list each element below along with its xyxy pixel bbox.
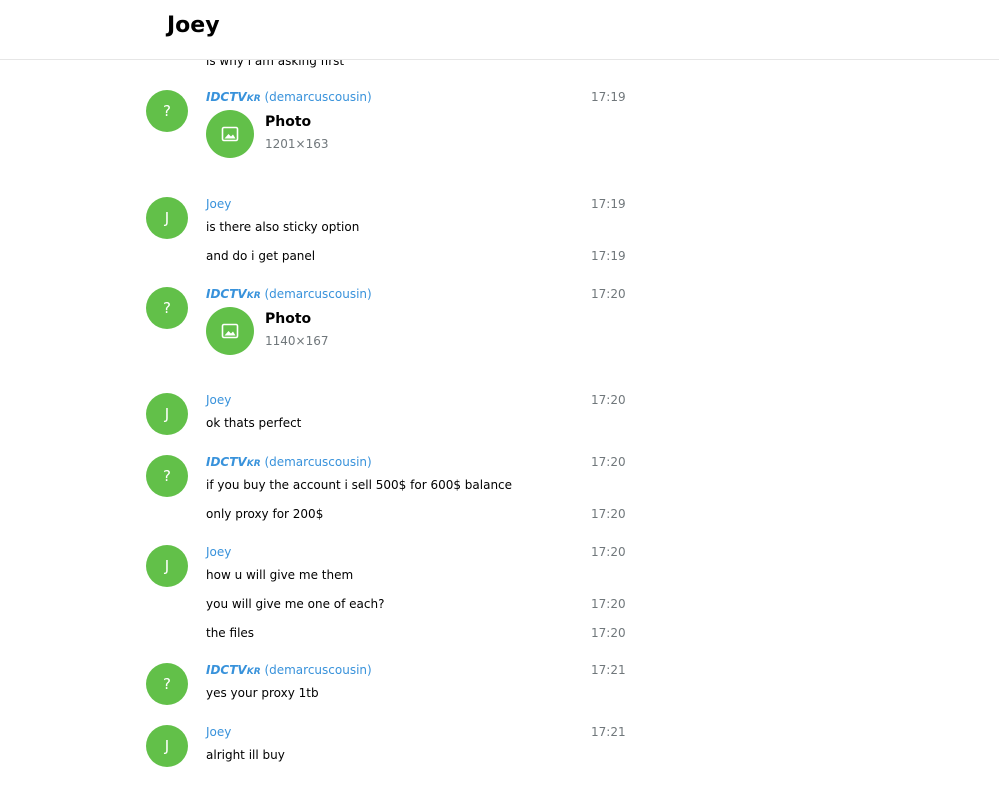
- sender-name[interactable]: Joey: [206, 725, 231, 739]
- image-icon: [206, 307, 254, 355]
- message-time: 17:20: [591, 455, 626, 469]
- message-time: 17:19: [591, 197, 626, 211]
- sender-name[interactable]: IDCTVKR (demarcuscousin): [206, 663, 372, 679]
- message-text: is why i am asking first: [206, 60, 345, 68]
- message-text: how u will give me them: [206, 568, 354, 582]
- sender-name[interactable]: IDCTVKR (demarcuscousin): [206, 287, 372, 303]
- sender-name[interactable]: Joey: [206, 197, 231, 211]
- sender-username: (demarcuscousin): [260, 663, 372, 677]
- avatar[interactable]: ?: [146, 455, 188, 497]
- message-time: 17:19: [591, 249, 626, 263]
- message-text: ok thats perfect: [206, 416, 302, 430]
- message-time: 17:20: [591, 287, 626, 301]
- message-text: yes your proxy 1tb: [206, 686, 319, 700]
- message-time: 17:20: [591, 626, 626, 640]
- message-text: and do i get panel: [206, 249, 316, 263]
- sender-name[interactable]: Joey: [206, 545, 231, 559]
- message-text: alright ill buy: [206, 748, 285, 762]
- photo-title: Photo: [265, 311, 312, 327]
- message-time: 17:20: [591, 545, 626, 559]
- message-history[interactable]: is why i am asking first ? IDCTVKR (dema…: [0, 60, 999, 785]
- sender-username: (demarcuscousin): [260, 90, 372, 104]
- sender-name-part: KR: [246, 291, 261, 301]
- message-time: 17:20: [591, 507, 626, 521]
- message-time: 17:21: [591, 725, 626, 739]
- sender-username: (demarcuscousin): [260, 455, 372, 469]
- avatar[interactable]: J: [146, 393, 188, 435]
- message-time: 17:21: [591, 663, 626, 677]
- message-time: 17:20: [591, 393, 626, 407]
- avatar[interactable]: J: [146, 725, 188, 767]
- message-time: 17:19: [591, 90, 626, 104]
- sender-name-part: KR: [246, 459, 261, 469]
- sender-name-part: IDCTV: [206, 90, 247, 104]
- message-text: is there also sticky option: [206, 220, 360, 234]
- photo-title: Photo: [265, 114, 312, 130]
- avatar[interactable]: ?: [146, 663, 188, 705]
- photo-size: 1201×163: [265, 137, 329, 151]
- sender-name-part: IDCTV: [206, 287, 247, 301]
- chat-header: Joey: [0, 0, 999, 60]
- avatar[interactable]: J: [146, 197, 188, 239]
- message-text: the files: [206, 626, 255, 640]
- sender-name[interactable]: IDCTVKR (demarcuscousin): [206, 90, 372, 106]
- sender-name[interactable]: IDCTVKR (demarcuscousin): [206, 455, 372, 471]
- avatar[interactable]: ?: [146, 90, 188, 132]
- chat-title: Joey: [167, 13, 220, 38]
- image-icon: [206, 110, 254, 158]
- sender-name-part: IDCTV: [206, 663, 247, 677]
- sender-name-part: KR: [246, 667, 261, 677]
- sender-name-part: IDCTV: [206, 455, 247, 469]
- message-text: if you buy the account i sell 500$ for 6…: [206, 478, 513, 492]
- photo-size: 1140×167: [265, 334, 329, 348]
- message-time: 17:20: [591, 597, 626, 611]
- avatar[interactable]: J: [146, 545, 188, 587]
- sender-username: (demarcuscousin): [260, 287, 372, 301]
- sender-name[interactable]: Joey: [206, 393, 231, 407]
- photo-attachment[interactable]: Photo 1140×167: [206, 307, 406, 355]
- avatar[interactable]: ?: [146, 287, 188, 329]
- message-text: only proxy for 200$: [206, 507, 324, 521]
- photo-attachment[interactable]: Photo 1201×163: [206, 110, 406, 158]
- sender-name-part: KR: [246, 94, 261, 104]
- message-text: you will give me one of each?: [206, 597, 385, 611]
